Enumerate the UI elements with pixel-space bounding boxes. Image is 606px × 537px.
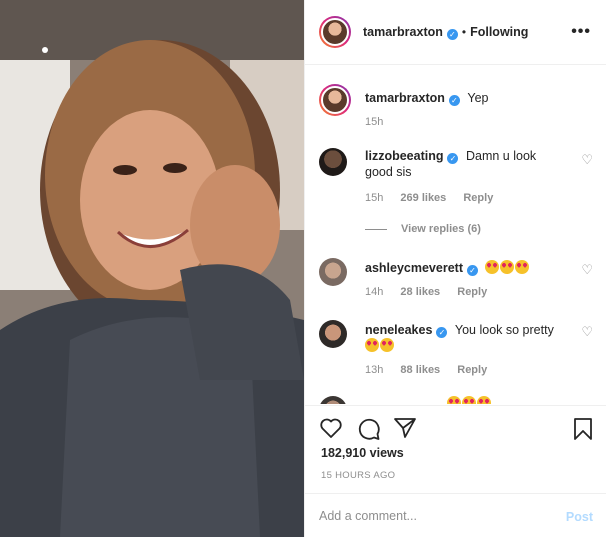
verified-badge-icon: ✓ xyxy=(448,95,460,106)
verified-badge-icon: ✓ xyxy=(436,327,448,338)
view-count[interactable]: 182,910 views xyxy=(321,446,404,460)
more-options-icon[interactable]: ••• xyxy=(571,23,591,41)
view-replies-label: View replies (6) xyxy=(401,223,481,235)
view-replies-button[interactable]: View replies (6) xyxy=(365,223,481,235)
comment-likes[interactable]: 88 likes xyxy=(400,364,440,376)
add-comment-bar: Post xyxy=(305,493,606,537)
heart-eyes-emoji-icon xyxy=(515,260,530,274)
comment-body xyxy=(447,396,606,404)
commenter-avatar[interactable] xyxy=(319,258,347,286)
heart-eyes-emoji-icon xyxy=(365,338,379,352)
comment-body: tamarbraxton ✓ Yep xyxy=(365,90,565,106)
comment-username[interactable]: ashleycmeverett xyxy=(365,261,463,275)
comment-time[interactable]: 13h xyxy=(365,364,383,376)
comment-body: neneleakes ✓ You look so pretty xyxy=(365,322,565,354)
save-bookmark-icon[interactable] xyxy=(573,417,593,441)
heart-eyes-emoji-icon xyxy=(500,260,515,274)
author-line: tamarbraxton ✓ • Following xyxy=(363,25,528,40)
comment-username[interactable]: lizzobeeating xyxy=(365,149,443,163)
reply-button[interactable]: Reply xyxy=(463,192,493,204)
verified-badge-icon: ✓ xyxy=(446,28,458,40)
comment-bubble-icon[interactable] xyxy=(357,417,381,441)
comment-username[interactable]: tamarbraxton xyxy=(365,91,445,105)
instagram-post-modal: tamarbraxton ✓ • Following ••• tamarbraxton… xyxy=(0,0,606,537)
reply-button[interactable]: Reply xyxy=(457,286,487,298)
comment-time[interactable]: 15h xyxy=(365,116,383,128)
comment-likes[interactable]: 28 likes xyxy=(400,286,440,298)
post-side-panel: tamarbraxton ✓ • Following ••• tamarbraxton… xyxy=(304,0,606,537)
reply-button[interactable]: Reply xyxy=(457,364,487,376)
comment-meta: 14h 28 likes Reply xyxy=(365,286,501,298)
emoji-icon xyxy=(462,396,476,404)
post-header: tamarbraxton ✓ • Following ••• xyxy=(305,0,606,65)
author-avatar[interactable] xyxy=(319,16,351,48)
post-media-video[interactable] xyxy=(0,0,304,537)
following-button[interactable]: Following xyxy=(470,25,528,39)
comment-meta: 13h 88 likes Reply xyxy=(365,364,501,376)
author-username[interactable]: tamarbraxton xyxy=(363,25,443,39)
heart-eyes-emoji-icon xyxy=(485,260,500,274)
heart-eyes-emoji-group xyxy=(485,260,530,275)
like-comment-heart-icon[interactable]: ♡ xyxy=(581,262,593,278)
commenter-avatar[interactable] xyxy=(319,148,347,176)
separator-dot: • xyxy=(461,24,467,39)
verified-badge-icon: ✓ xyxy=(447,153,459,164)
comment-likes[interactable]: 269 likes xyxy=(400,192,446,204)
replies-divider-line xyxy=(365,228,387,230)
comment-input[interactable] xyxy=(319,506,549,526)
comment-meta: 15h 269 likes Reply xyxy=(365,192,507,204)
share-paper-plane-icon[interactable] xyxy=(393,417,417,439)
like-heart-icon[interactable] xyxy=(319,417,343,439)
post-comment-button[interactable]: Post xyxy=(566,510,593,524)
comment-time[interactable]: 14h xyxy=(365,286,383,298)
comment-text: You look so pretty xyxy=(454,323,554,337)
comment-time[interactable]: 15h xyxy=(365,192,383,204)
post-timestamp[interactable]: 15 HOURS AGO xyxy=(321,470,395,481)
heart-eyes-emoji-icon xyxy=(380,338,394,352)
like-comment-heart-icon[interactable]: ♡ xyxy=(581,324,593,340)
comments-list: tamarbraxton ✓ Yep 15h lizzobeeating ✓ Dam… xyxy=(305,66,606,404)
comment-username[interactable]: neneleakes xyxy=(365,323,432,337)
post-actions: 182,910 views 15 HOURS AGO xyxy=(305,405,606,492)
comment-body: ashleycmeverett ✓ xyxy=(365,260,565,276)
commenter-avatar[interactable] xyxy=(319,320,347,348)
comment-meta: 15h xyxy=(365,116,397,128)
commenter-avatar[interactable] xyxy=(319,84,351,116)
verified-badge-icon: ✓ xyxy=(466,265,478,276)
emoji-icon xyxy=(447,396,461,404)
commenter-avatar[interactable] xyxy=(319,396,347,404)
comment-body: lizzobeeating ✓ Damn u look good sis xyxy=(365,148,565,180)
like-comment-heart-icon[interactable]: ♡ xyxy=(581,152,593,168)
emoji-icon xyxy=(477,396,491,404)
comment-text: Yep xyxy=(467,91,489,105)
video-frame-illustration xyxy=(0,0,304,537)
